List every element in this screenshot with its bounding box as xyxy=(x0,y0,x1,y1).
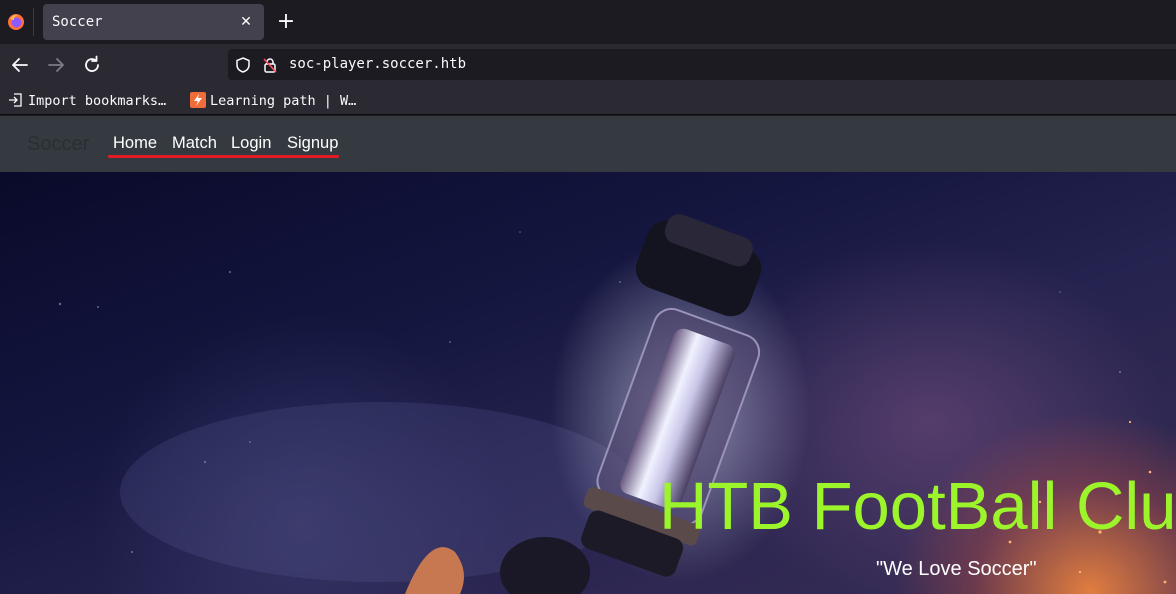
bookmark-label: Learning path | W… xyxy=(210,93,357,109)
shield-icon[interactable] xyxy=(234,56,252,74)
hero-subtitle: "We Love Soccer" xyxy=(876,558,1037,580)
bookmark-label: Import bookmarks… xyxy=(28,93,167,109)
close-tab-icon[interactable]: ✕ xyxy=(236,12,256,32)
url-text[interactable]: soc-player.soccer.htb xyxy=(289,56,466,72)
nav-link-login[interactable]: Login xyxy=(231,134,271,153)
bookmark-learning-path[interactable]: Learning path | W… xyxy=(190,92,356,110)
nav-link-home[interactable]: Home xyxy=(113,134,157,153)
nav-toolbar: soc-player.soccer.htb xyxy=(0,44,1176,85)
bookmark-favicon-icon xyxy=(190,92,206,108)
url-bar[interactable]: soc-player.soccer.htb xyxy=(228,49,1176,80)
reload-icon[interactable] xyxy=(80,53,104,77)
firefox-icon[interactable] xyxy=(7,13,25,31)
hero-title: HTB FootBall Club xyxy=(659,469,1176,544)
site-brand[interactable]: Soccer xyxy=(27,133,89,156)
site-navbar: Soccer Home Match Login Signup xyxy=(0,116,1176,172)
import-icon xyxy=(9,93,22,107)
nav-link-match[interactable]: Match xyxy=(172,134,217,153)
bookmarks-toolbar: Import bookmarks… Learning path | W… xyxy=(0,85,1176,115)
hero-banner: HTB FootBall Club "We Love Soccer" xyxy=(0,172,1176,594)
tab-soccer[interactable]: Soccer ✕ xyxy=(43,4,264,40)
back-arrow-icon[interactable] xyxy=(8,53,32,77)
red-annotation-underline xyxy=(108,155,339,158)
new-tab-button[interactable]: + xyxy=(274,10,298,34)
forward-arrow-icon[interactable] xyxy=(44,53,68,77)
nav-link-signup[interactable]: Signup xyxy=(287,134,338,153)
bookmark-import[interactable]: Import bookmarks… xyxy=(8,92,166,110)
tab-title: Soccer xyxy=(52,14,103,30)
tab-separator xyxy=(33,8,34,36)
tab-strip: Soccer ✕ + xyxy=(0,0,1176,44)
insecure-lock-icon[interactable] xyxy=(261,56,279,74)
